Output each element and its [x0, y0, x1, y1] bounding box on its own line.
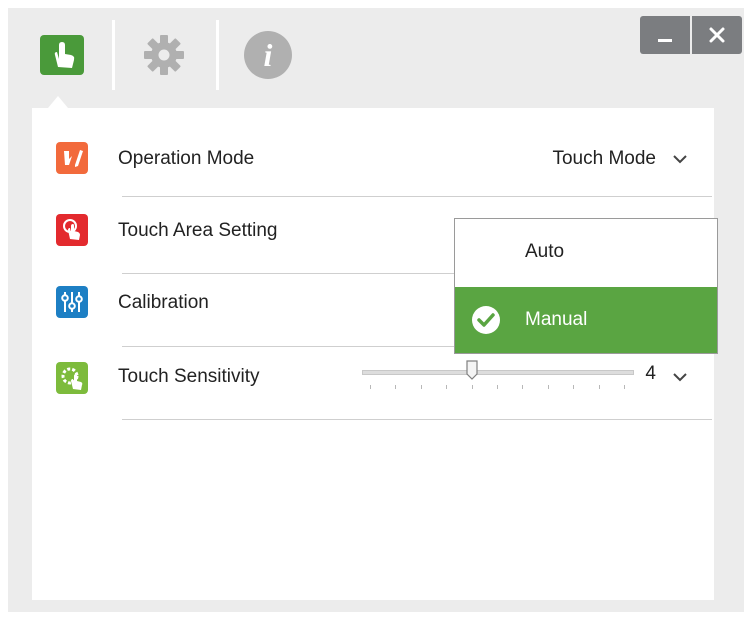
slider-tick [598, 385, 600, 389]
operation-mode-label: Operation Mode [118, 148, 255, 169]
chevron-down-icon[interactable] [672, 372, 688, 382]
sliders-icon [56, 286, 88, 318]
mode-dropdown: Auto Manual [454, 218, 718, 354]
settings-panel: Operation Mode Touch Mode Touch Area Set… [32, 108, 714, 600]
option-label: Manual [525, 309, 588, 330]
close-button[interactable] [692, 16, 742, 54]
sensitivity-slider[interactable] [362, 360, 634, 390]
check-circle-icon [472, 306, 500, 334]
slider-tick [446, 385, 448, 389]
slider-tick [573, 385, 575, 389]
operation-mode-value[interactable]: Touch Mode [552, 148, 656, 170]
tab-settings[interactable] [114, 20, 214, 90]
slider-tick [497, 385, 498, 389]
slider-tick [522, 385, 524, 389]
dropdown-option-manual[interactable]: Manual [455, 287, 717, 353]
slider-tick [420, 385, 422, 389]
calibration-label: Calibration [118, 292, 209, 313]
gear-hand-icon [56, 362, 88, 394]
svg-text:i: i [264, 37, 273, 73]
gear-icon [144, 35, 184, 75]
slider-tick [370, 385, 371, 389]
dropdown-option-auto[interactable]: Auto [455, 219, 717, 285]
minimize-button[interactable] [640, 16, 690, 54]
chevron-down-icon[interactable] [672, 154, 688, 164]
slider-thumb[interactable] [465, 360, 478, 380]
option-label: Auto [525, 241, 565, 262]
slider-tick [624, 385, 625, 389]
tab-info[interactable]: i [218, 20, 318, 90]
info-icon: i [244, 31, 292, 79]
touch-sensitivity-label: Touch Sensitivity [118, 366, 260, 387]
close-icon [709, 27, 725, 43]
touch-area-label: Touch Area Setting [118, 220, 278, 241]
slider-track [362, 370, 634, 375]
touch-area-icon [56, 214, 88, 246]
hand-pen-icon [56, 142, 88, 174]
tab-touch[interactable] [12, 20, 112, 90]
slider-tick [471, 385, 473, 389]
sensitivity-value: 4 [645, 363, 656, 384]
minimize-icon [658, 39, 672, 42]
active-tab-pointer [48, 96, 68, 108]
slider-tick [547, 385, 549, 389]
touch-hand-icon [40, 35, 84, 75]
slider-tick [395, 385, 397, 389]
